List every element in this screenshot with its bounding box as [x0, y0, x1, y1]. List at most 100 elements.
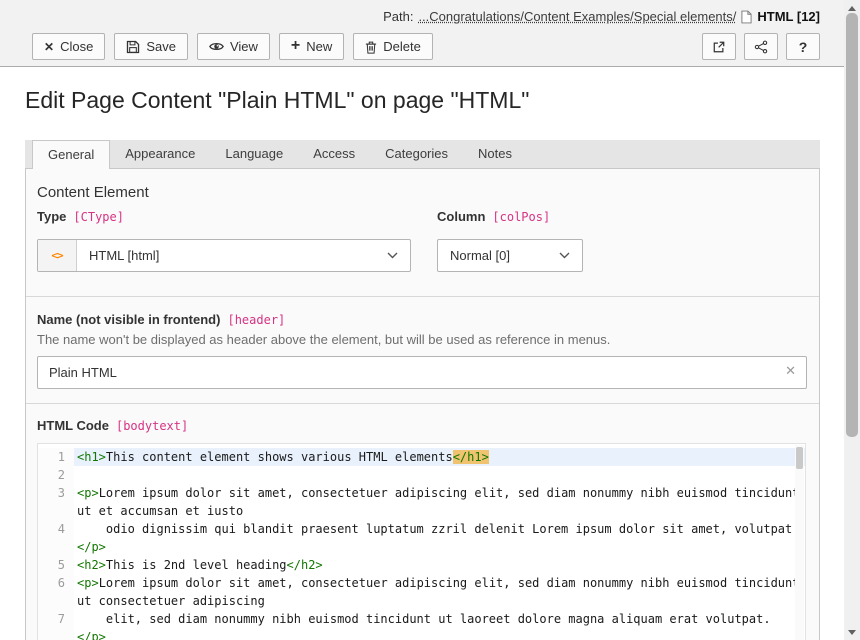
line-number: 6 — [38, 574, 74, 592]
close-button[interactable]: ✕ Close — [32, 33, 105, 60]
external-link-icon — [712, 40, 726, 54]
tab-appearance[interactable]: Appearance — [110, 140, 210, 168]
line-number: 4 — [38, 520, 74, 538]
tab-notes[interactable]: Notes — [463, 140, 527, 168]
name-field-label: Name (not visible in frontend)[header] — [37, 311, 285, 329]
code-editor[interactable]: 1<h1>This content element shows various … — [37, 443, 806, 640]
clear-icon[interactable]: ✕ — [785, 364, 796, 377]
code-line[interactable]: ut et accumsan et iusto — [38, 502, 805, 520]
name-input[interactable] — [37, 356, 807, 389]
new-button-label: New — [306, 39, 332, 54]
code-token: <h1> — [77, 450, 106, 464]
line-number: 3 — [38, 484, 74, 502]
tab-language[interactable]: Language — [210, 140, 298, 168]
section-divider — [26, 296, 819, 297]
code-line[interactable]: 6<p>Lorem ipsum dolor sit amet, consecte… — [38, 574, 805, 592]
line-number — [38, 538, 74, 556]
editor-scrollbar[interactable] — [795, 445, 804, 640]
page-scrollbar[interactable] — [844, 0, 860, 640]
delete-button-label: Delete — [383, 39, 421, 54]
path-link[interactable]: ...Congratulations/Content Examples/Spec… — [418, 9, 736, 24]
code-line-content: </p> — [74, 628, 805, 640]
line-number — [38, 592, 74, 610]
view-button[interactable]: View — [197, 33, 270, 60]
name-field-help: The name won't be displayed as header ab… — [37, 332, 610, 347]
code-token: </h2> — [287, 558, 323, 572]
code-line[interactable]: 5<h2>This is 2nd level heading</h2> — [38, 556, 805, 574]
code-line[interactable]: ut consectetuer adipiscing — [38, 592, 805, 610]
help-button[interactable]: ? — [786, 33, 820, 60]
code-editor-rows: 1<h1>This content element shows various … — [38, 448, 805, 640]
code-line-content: odio dignissim qui blandit praesent lupt… — [74, 520, 805, 538]
editor-scrollbar-thumb[interactable] — [796, 447, 803, 469]
code-line-content: <h2>This is 2nd level heading</h2> — [74, 556, 805, 574]
code-line[interactable]: 4 odio dignissim qui blandit praesent lu… — [38, 520, 805, 538]
top-bar: Path: ...Congratulations/Content Example… — [0, 0, 844, 67]
code-token: Lorem ipsum dolor sit amet, consectetuer… — [99, 576, 800, 590]
code-line[interactable]: </p> — [38, 628, 805, 640]
code-line[interactable]: </p> — [38, 538, 805, 556]
code-token: ut et accumsan et iusto — [77, 504, 243, 518]
save-icon — [126, 40, 140, 54]
code-line[interactable]: 3<p>Lorem ipsum dolor sit amet, consecte… — [38, 484, 805, 502]
code-token: <p> — [77, 576, 99, 590]
type-select-value: HTML [html] — [77, 248, 387, 263]
toolbar-left: ✕ Close Save View — [32, 33, 433, 60]
code-token: Lorem ipsum dolor sit amet, consectetuer… — [99, 486, 800, 500]
chevron-down-icon — [387, 252, 398, 259]
save-button[interactable]: Save — [114, 33, 188, 60]
column-select-value: Normal [0] — [438, 248, 559, 263]
type-field-label: Type[CType] — [37, 208, 124, 226]
section-divider — [26, 403, 819, 404]
open-in-new-window-button[interactable] — [702, 33, 736, 60]
column-field-label: Column[colPos] — [437, 208, 550, 226]
code-line[interactable]: 2 — [38, 466, 805, 484]
trash-icon — [365, 40, 377, 54]
column-field-code: [colPos] — [492, 210, 550, 224]
question-mark-icon: ? — [799, 39, 808, 55]
scrollbar-up-arrow[interactable] — [848, 6, 856, 11]
code-token: </p> — [77, 630, 106, 640]
page-title: Edit Page Content "Plain HTML" on page "… — [25, 87, 529, 114]
code-token: odio dignissim qui blandit praesent lupt… — [77, 522, 799, 536]
column-select[interactable]: Normal [0] — [437, 239, 583, 272]
section-title-content-element: Content Element — [37, 184, 149, 201]
tab-access[interactable]: Access — [298, 140, 370, 168]
code-token: </h1> — [453, 450, 489, 464]
share-button[interactable] — [744, 33, 778, 60]
code-token: </p> — [77, 540, 106, 554]
code-line-content: elit, sed diam nonummy nibh euismod tinc… — [74, 610, 805, 628]
tab-categories[interactable]: Categories — [370, 140, 463, 168]
name-field-code: [header] — [227, 313, 285, 327]
scrollbar-thumb[interactable] — [846, 13, 858, 437]
save-button-label: Save — [146, 39, 176, 54]
eye-icon — [209, 41, 224, 52]
line-number: 1 — [38, 448, 74, 466]
line-number: 5 — [38, 556, 74, 574]
html-code-field-label: HTML Code[bodytext] — [37, 417, 188, 435]
document-icon — [741, 10, 752, 24]
view-button-label: View — [230, 39, 258, 54]
delete-button[interactable]: Delete — [353, 33, 433, 60]
new-button[interactable]: + New — [279, 33, 344, 60]
toolbar-right: ? — [702, 33, 820, 60]
type-select[interactable]: <> HTML [html] — [37, 239, 411, 272]
code-line-content: </p> — [74, 538, 805, 556]
tab-bar: General Appearance Language Access Categ… — [25, 140, 820, 168]
code-token: This content element shows various HTML … — [106, 450, 453, 464]
breadcrumb: Path: ...Congratulations/Content Example… — [383, 9, 820, 24]
code-line-content: ut et accumsan et iusto — [74, 502, 805, 520]
general-tab-panel: Content Element Type[CType] Column[colPo… — [25, 168, 820, 640]
chevron-down-icon — [559, 252, 570, 259]
line-number: 2 — [38, 466, 74, 484]
tab-general[interactable]: General — [32, 140, 110, 169]
code-token: <h2> — [77, 558, 106, 572]
code-line[interactable]: 1<h1>This content element shows various … — [38, 448, 805, 466]
scrollbar-down-arrow[interactable] — [848, 630, 856, 635]
code-line[interactable]: 7 elit, sed diam nonummy nibh euismod ti… — [38, 610, 805, 628]
share-icon — [754, 40, 768, 54]
code-line-content: <p>Lorem ipsum dolor sit amet, consectet… — [74, 484, 805, 502]
code-line-content — [74, 466, 805, 484]
code-line-content: <p>Lorem ipsum dolor sit amet, consectet… — [74, 574, 805, 592]
line-number — [38, 628, 74, 640]
